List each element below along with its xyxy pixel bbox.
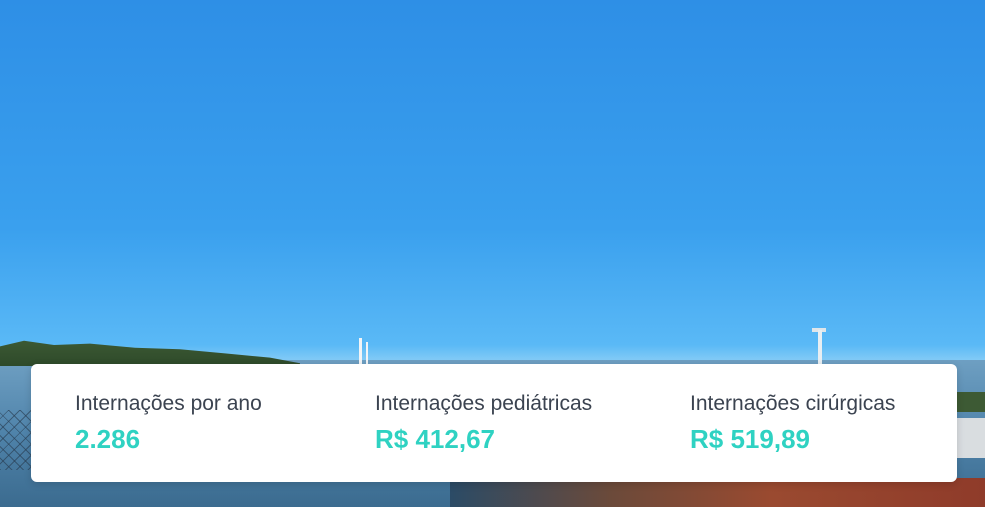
stat-value: 2.286	[75, 424, 141, 454]
stat-internacoes-cirurgicas: Internações cirúrgicas R$ 519,89	[690, 392, 895, 455]
treeline	[0, 340, 300, 366]
stat-label: Internações cirúrgicas	[690, 392, 896, 415]
boat-mast	[359, 338, 362, 366]
stat-value: R$ 412,67	[375, 424, 495, 454]
pier-railing	[955, 418, 985, 458]
stat-value: R$ 519,89	[690, 424, 810, 454]
stat-label: Internações por ano	[75, 392, 262, 415]
boat-mast-secondary	[366, 342, 368, 364]
stat-label: Internações pediátricas	[375, 392, 593, 415]
stat-internacoes-pediatricas: Internações pediátricas R$ 412,67	[375, 392, 592, 455]
stats-card: Internações por ano 2.286 Internações pe…	[31, 364, 957, 482]
boat-hull	[450, 478, 985, 507]
stat-internacoes-por-ano: Internações por ano 2.286	[75, 392, 262, 455]
